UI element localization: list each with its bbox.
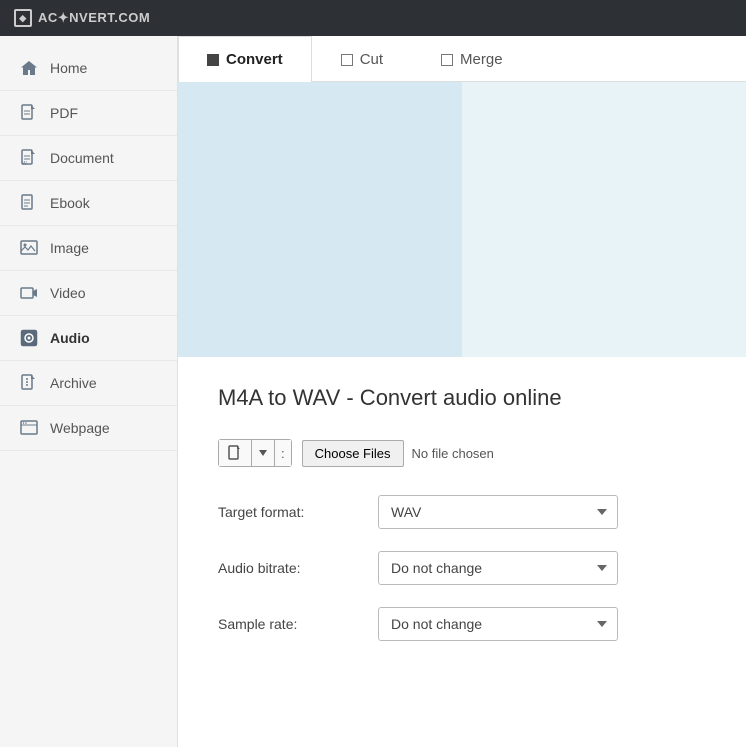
file-btn-group: : [218, 439, 292, 467]
main-layout: Home PDF W [0, 36, 746, 747]
target-format-label: Target format: [218, 504, 378, 520]
sidebar-label-webpage: Webpage [50, 420, 110, 436]
target-format-row: Target format: WAV MP3 AAC OGG FLAC M4A … [218, 495, 706, 529]
logo-icon: ◆ [14, 9, 32, 27]
sidebar-label-home: Home [50, 60, 87, 76]
webpage-icon [18, 417, 40, 439]
ebook-icon [18, 192, 40, 214]
audio-bitrate-row: Audio bitrate: Do not change 32 kbit/s 6… [218, 551, 706, 585]
file-upload-row: : Choose Files No file chosen [218, 439, 706, 467]
target-format-select[interactable]: WAV MP3 AAC OGG FLAC M4A WMA [378, 495, 618, 529]
page-body: M4A to WAV - Convert audio online [178, 357, 746, 693]
merge-tab-icon [441, 54, 453, 66]
sidebar-item-pdf[interactable]: PDF [0, 91, 177, 136]
file-colon: : [275, 440, 291, 466]
banner-left [178, 82, 462, 357]
audio-icon [18, 327, 40, 349]
choose-files-button[interactable]: Choose Files [302, 440, 404, 467]
pdf-icon [18, 102, 40, 124]
sidebar-label-ebook: Ebook [50, 195, 90, 211]
cut-tab-icon [341, 54, 353, 66]
no-file-text: No file chosen [412, 446, 494, 461]
file-dropdown-button[interactable] [252, 440, 275, 466]
sidebar-label-image: Image [50, 240, 89, 256]
svg-text:W: W [22, 161, 27, 167]
tab-cut[interactable]: Cut [312, 36, 412, 82]
tab-cut-label: Cut [360, 51, 383, 68]
tab-convert-label: Convert [226, 51, 283, 68]
sample-rate-row: Sample rate: Do not change 8000 Hz 11025… [218, 607, 706, 641]
document-icon: W [18, 147, 40, 169]
sidebar-label-audio: Audio [50, 330, 90, 346]
tab-convert[interactable]: Convert [178, 36, 312, 82]
sidebar-label-document: Document [50, 150, 114, 166]
banner-right [462, 82, 746, 357]
sidebar-item-video[interactable]: Video [0, 271, 177, 316]
content-area: Convert Cut Merge M4A to WAV - Convert a… [178, 36, 746, 747]
sidebar-item-image[interactable]: Image [0, 226, 177, 271]
image-icon [18, 237, 40, 259]
sidebar: Home PDF W [0, 36, 178, 747]
sidebar-item-webpage[interactable]: Webpage [0, 406, 177, 451]
sidebar-item-home[interactable]: Home [0, 46, 177, 91]
audio-bitrate-select[interactable]: Do not change 32 kbit/s 64 kbit/s 96 kbi… [378, 551, 618, 585]
sample-rate-label: Sample rate: [218, 616, 378, 632]
sidebar-item-ebook[interactable]: Ebook [0, 181, 177, 226]
file-doc-button[interactable] [219, 440, 252, 466]
topbar: ◆ AC✦NVERT.COM [0, 0, 746, 36]
sidebar-label-video: Video [50, 285, 86, 301]
home-icon [18, 57, 40, 79]
sidebar-label-pdf: PDF [50, 105, 78, 121]
video-icon [18, 282, 40, 304]
convert-tab-icon [207, 54, 219, 66]
tab-merge[interactable]: Merge [412, 36, 532, 82]
banner [178, 82, 746, 357]
sidebar-item-archive[interactable]: Archive [0, 361, 177, 406]
page-title: M4A to WAV - Convert audio online [218, 385, 706, 411]
logo-text: AC✦NVERT.COM [38, 10, 150, 26]
sidebar-item-document[interactable]: W Document [0, 136, 177, 181]
sidebar-label-archive: Archive [50, 375, 97, 391]
tabbar: Convert Cut Merge [178, 36, 746, 82]
archive-icon [18, 372, 40, 394]
sidebar-item-audio[interactable]: Audio [0, 316, 177, 361]
sample-rate-select[interactable]: Do not change 8000 Hz 11025 Hz 22050 Hz … [378, 607, 618, 641]
audio-bitrate-label: Audio bitrate: [218, 560, 378, 576]
tab-merge-label: Merge [460, 51, 503, 68]
